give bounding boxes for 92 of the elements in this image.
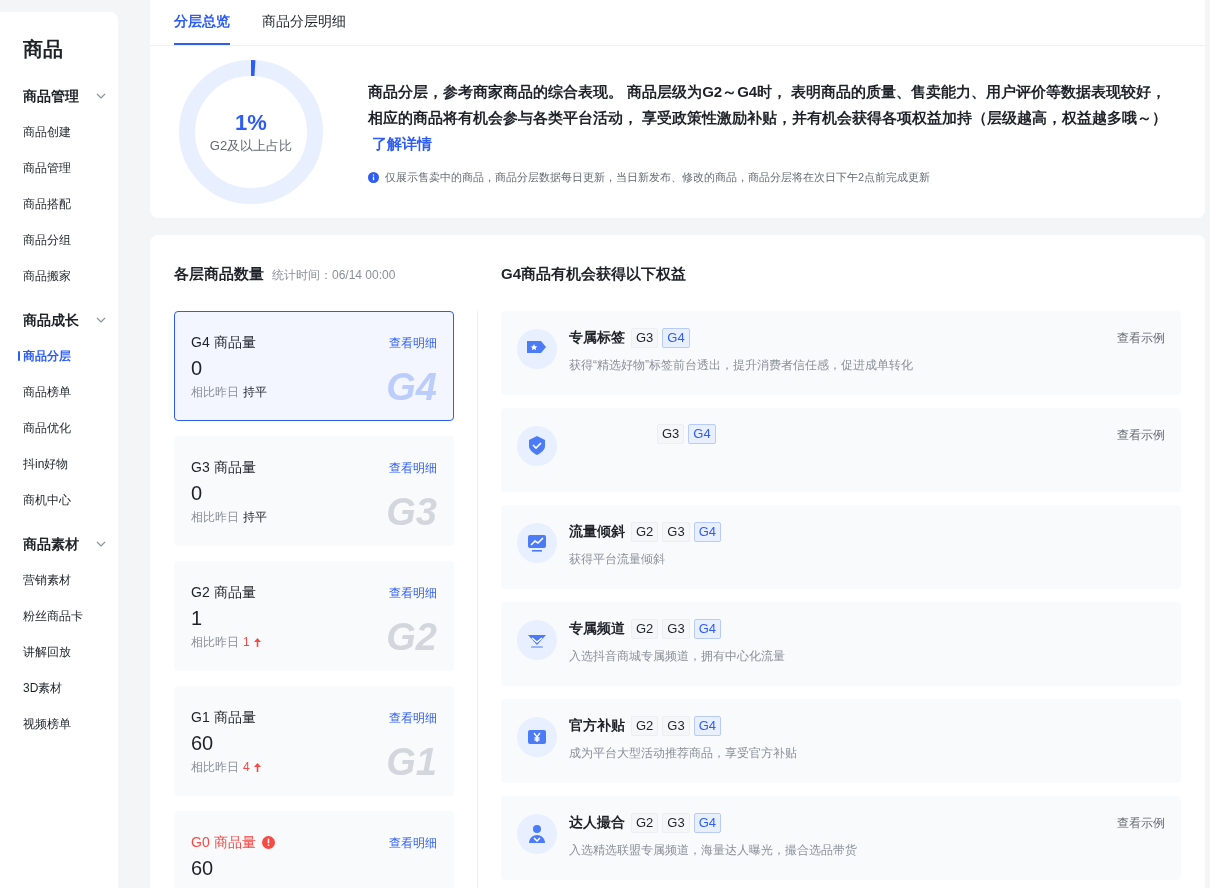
tier-tag: G2	[631, 715, 659, 736]
benefit-title: 专属频道	[569, 619, 625, 638]
tier-label: G1 商品量	[191, 708, 256, 727]
tier-tag: G4	[662, 327, 690, 348]
tier-count: 60	[191, 731, 214, 756]
chevron-down-icon	[96, 93, 106, 99]
sidebar-item[interactable]: 商品搬家	[23, 267, 71, 285]
tier-count: 0	[191, 481, 203, 506]
tier-label: G0 商品量	[191, 833, 256, 852]
sidebar-item[interactable]: 讲解回放	[23, 643, 71, 661]
description-text: 商品分层，参考商家商品的综合表现。 商品层级为G2～G4时， 表明商品的质量、售卖能力、用户评价等数据表现较好，相应的商品将有机会参与各类平台活动， 享受政策性激励补贴，并有机会获得各项权益加持（层级越高，权益越多哦～） 了解详情	[368, 81, 1169, 154]
benefit-title: 官方补贴	[569, 716, 625, 735]
stat-time: 统计时间：06/14 00:00	[272, 267, 396, 284]
sidebar-item[interactable]: 商品管理	[23, 159, 71, 177]
info-icon	[368, 171, 379, 183]
tier-tag: G4	[688, 424, 716, 444]
benefit-title: 专属标签	[569, 328, 625, 347]
detail-link[interactable]: 查看明细	[389, 833, 437, 852]
tier-label: G3 商品量	[191, 458, 256, 477]
tier-tag: G4	[693, 618, 722, 639]
sidebar-item[interactable]: 粉丝商品卡	[23, 607, 83, 625]
tier-tag: G4	[693, 715, 722, 736]
tier-card[interactable]: G0 商品量 查看明细 60	[174, 811, 454, 888]
learn-more-link[interactable]: 了解详情	[372, 134, 432, 152]
sidebar-item[interactable]: 商品分层	[23, 347, 71, 365]
tier-count: 60	[191, 856, 214, 881]
tab[interactable]: 商品分层明细	[262, 0, 346, 45]
note-text: 仅展示售卖中的商品，商品分层数据每日更新，当日新发布、修改的商品，商品分层将在次日下午2点前完成更新	[385, 169, 931, 185]
benefit-description: 获得“精选好物”标签前台透出，提升消费者信任感，促进成单转化	[569, 357, 914, 374]
tier-label: G2 商品量	[191, 583, 256, 602]
example-link[interactable]: 查看示例	[1117, 329, 1165, 347]
compare-label: 相比昨日	[191, 509, 239, 526]
benefit-title: 达人撮合	[569, 813, 625, 832]
sidebar-item[interactable]: 营销素材	[23, 571, 71, 589]
tier-tag: G3	[662, 715, 690, 736]
detail-link[interactable]: 查看明细	[389, 458, 437, 477]
tab[interactable]: 分层总览	[174, 0, 230, 45]
coupon-icon	[517, 717, 557, 757]
chevron-down-icon	[96, 317, 106, 323]
sidebar-title: 商品	[23, 37, 64, 62]
benefit-description: 成为平台大型活动推荐商品，享受官方补贴	[569, 745, 798, 762]
detail-link[interactable]: 查看明细	[389, 583, 437, 602]
compare-label: 相比昨日	[191, 384, 239, 401]
compare-value: 持平	[243, 384, 267, 401]
sidebar-item[interactable]: 商品榜单	[23, 383, 71, 401]
compare-value: 持平	[243, 509, 267, 526]
tier-label: G4 商品量	[191, 333, 256, 352]
tier-tag: G2	[631, 521, 659, 542]
compare-label: 相比昨日	[191, 759, 239, 776]
tier-count: 0	[191, 356, 203, 381]
example-link[interactable]: 查看示例	[1117, 426, 1165, 444]
tier-tag: G3	[662, 812, 690, 833]
compare-value: 1	[243, 634, 250, 651]
detail-link[interactable]: 查看明细	[389, 708, 437, 727]
detail-link[interactable]: 查看明细	[389, 333, 437, 352]
sidebar-item[interactable]: 视频榜单	[23, 715, 71, 733]
chevron-down-icon	[96, 541, 106, 547]
compare-value: 4	[243, 759, 250, 776]
tier-tag: G3	[662, 521, 690, 542]
tag-icon	[517, 329, 557, 369]
gem-icon	[517, 620, 557, 660]
sidebar-item[interactable]: 商机中心	[23, 491, 71, 509]
sidebar-item[interactable]: 商品分组	[23, 231, 71, 249]
benefit-title: 流量倾斜	[569, 522, 625, 541]
tier-tag: G2	[631, 812, 659, 833]
tier-tag: G3	[631, 327, 659, 348]
sidebar-item[interactable]: 商品优化	[23, 419, 71, 437]
sidebar-group[interactable]: 商品素材	[23, 526, 118, 562]
benefit-description: 获得平台流量倾斜	[569, 551, 666, 568]
tier-tag: G2	[631, 618, 659, 639]
sidebar-item[interactable]: 抖in好物	[23, 455, 69, 473]
tier-tag: G4	[693, 521, 722, 542]
tier-tag: G3	[662, 618, 690, 639]
chart-icon	[517, 523, 557, 563]
sidebar-group[interactable]: 商品成长	[23, 302, 118, 338]
benefit-description: 入选抖音商城专属频道，拥有中心化流量	[569, 648, 786, 665]
sidebar-item[interactable]: 商品创建	[23, 123, 71, 141]
example-link[interactable]: 查看示例	[1117, 814, 1165, 832]
tier-tag: G4	[693, 812, 722, 833]
sidebar-item[interactable]: 3D素材	[23, 679, 63, 697]
sidebar-group[interactable]: 商品管理	[23, 78, 118, 114]
benefit-description: 入选精选联盟专属频道，海量达人曝光，撮合选品带货	[569, 842, 858, 859]
sidebar-item[interactable]: 商品搭配	[23, 195, 71, 213]
tier-tag: G3	[657, 424, 685, 444]
shield-icon	[517, 426, 557, 466]
section-title: 各层商品数量	[174, 264, 264, 284]
compare-label: 相比昨日	[191, 634, 239, 651]
person-icon	[517, 814, 557, 854]
donut-caption: G2及以上占比	[209, 137, 293, 155]
tier-count: 1	[191, 606, 203, 631]
donut-value: 1%	[235, 108, 267, 136]
section-title: G4商品有机会获得以下权益	[501, 264, 687, 284]
